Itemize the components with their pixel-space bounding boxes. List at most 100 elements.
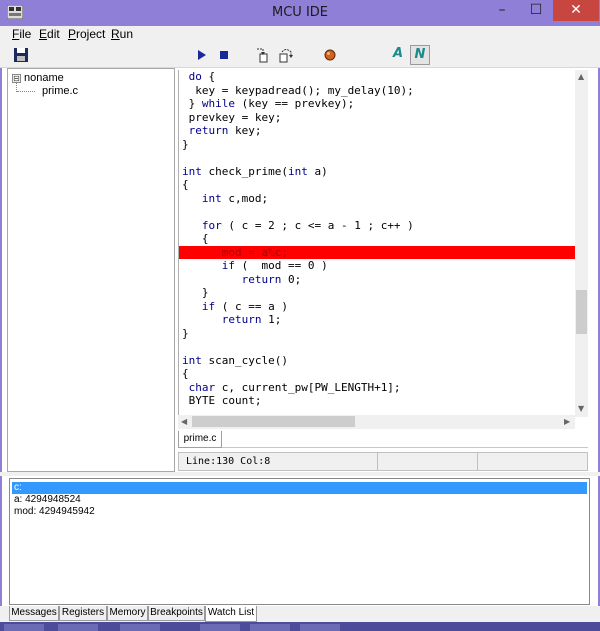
code-token: check_prime( (201, 164, 288, 178)
tree-root-label: noname (24, 72, 64, 84)
code-token: key; (228, 124, 262, 137)
breakpoint-button[interactable] (320, 45, 340, 65)
watch-row[interactable]: mod: 4294945942 (12, 506, 95, 518)
code-line[interactable]: return key; (179, 124, 575, 138)
tab-strip-border (222, 447, 588, 448)
watch-list-panel[interactable]: c: a: 4294948524 mod: 4294945942 (9, 478, 590, 605)
taskbar-item[interactable] (250, 624, 290, 631)
code-line[interactable]: if ( c == a ) (179, 300, 575, 314)
toolbar: A N (0, 43, 600, 68)
code-line[interactable] (179, 151, 575, 165)
tab-watch-list[interactable]: Watch List (205, 606, 257, 622)
code-line[interactable]: { (179, 232, 575, 246)
code-line[interactable]: key = keypadread(); my_delay(10); (179, 84, 575, 98)
code-editor[interactable]: do { key = keypadread(); my_delay(10); }… (178, 70, 589, 417)
code-token: ( c == a ) (215, 299, 288, 313)
code-line[interactable]: int check_prime(int a) (179, 165, 575, 179)
code-token: { (182, 232, 209, 245)
floppy-disk-icon (14, 48, 28, 62)
code-line[interactable]: } (179, 138, 575, 152)
code-line[interactable] (179, 340, 575, 354)
normal-toggle-button[interactable]: N (410, 45, 430, 65)
code-line[interactable]: { (179, 367, 575, 381)
taskbar-item[interactable] (58, 624, 98, 631)
code-line[interactable]: if ( mod == 0 ) (179, 259, 575, 273)
code-line-breakpoint[interactable]: mod = a%c; (179, 245, 575, 259)
ansi-toggle-button[interactable]: A (388, 45, 408, 65)
vertical-scrollbar[interactable] (575, 70, 588, 417)
code-line[interactable]: { (179, 178, 575, 192)
code-line[interactable]: for ( c = 2 ; c <= a - 1 ; c++ ) (179, 219, 575, 233)
step-into-button[interactable] (253, 45, 273, 65)
code-token: } (182, 137, 189, 151)
tab-messages[interactable]: Messages (9, 606, 59, 621)
taskbar-item[interactable] (200, 624, 240, 631)
code-token: c,mod; (221, 191, 269, 205)
tree-connector (17, 91, 35, 92)
editor-tab-prime-c[interactable]: prime.c (178, 431, 222, 448)
code-line[interactable]: char c, current_pw[PW_LENGTH+1]; (179, 381, 575, 395)
code-line[interactable]: return 1; (179, 313, 575, 327)
horizontal-scroll-thumb[interactable] (192, 416, 355, 427)
code-token: 1; (261, 313, 282, 326)
minimize-button[interactable]: – (485, 0, 519, 21)
code-keyword: for (201, 218, 222, 232)
tree-root-node[interactable]: ⊟ noname (12, 72, 64, 84)
scroll-up-icon[interactable]: ▲ (578, 72, 584, 81)
taskbar-item[interactable] (300, 624, 340, 631)
code-token: { (182, 178, 189, 191)
code-token: BYTE count; (182, 394, 262, 407)
stop-button[interactable] (214, 45, 234, 65)
tab-breakpoints[interactable]: Breakpoints (148, 606, 205, 621)
tab-memory[interactable]: Memory (107, 606, 148, 621)
normal-label: N (414, 47, 426, 62)
menu-bar: File Edit Project Run (0, 26, 600, 43)
code-keyword: if (201, 299, 216, 313)
title-bar: MCU IDE – ☐ ✕ (0, 0, 600, 26)
code-token: c, current_pw[PW_LENGTH+1]; (215, 380, 401, 394)
run-button[interactable] (191, 45, 211, 65)
panel-splitter[interactable] (0, 472, 600, 476)
code-line[interactable]: do { (179, 70, 575, 84)
menu-project[interactable]: Project (68, 27, 105, 41)
code-token: ( mod == 0 ) (235, 259, 328, 272)
code-token: scan_cycle() (201, 353, 288, 367)
code-line[interactable]: return 0; (179, 273, 575, 287)
watch-row[interactable]: a: 4294948524 (12, 494, 81, 506)
code-keyword: char (188, 380, 216, 394)
code-line[interactable]: int c,mod; (179, 192, 575, 206)
code-token: key = keypadread(); my_delay(10); (182, 83, 414, 97)
scroll-left-icon[interactable]: ◀ (181, 417, 187, 426)
code-line[interactable]: int scan_cycle() (179, 354, 575, 368)
step-over-button[interactable] (276, 45, 296, 65)
code-line[interactable]: } while (key == prevkey); (179, 97, 575, 111)
code-keyword: int (182, 164, 202, 178)
code-token: 0; (281, 272, 302, 286)
code-keyword: int (287, 164, 308, 178)
close-button[interactable]: ✕ (553, 0, 599, 21)
tab-registers[interactable]: Registers (59, 606, 107, 621)
code-line[interactable]: BYTE count; (179, 394, 575, 408)
step-into-icon (257, 48, 268, 63)
scroll-down-icon[interactable]: ▼ (578, 404, 584, 413)
menu-edit[interactable]: Edit (39, 27, 60, 41)
code-line[interactable]: } (179, 286, 575, 300)
code-line[interactable]: prevkey = key; (179, 111, 575, 125)
taskbar-item[interactable] (120, 624, 160, 631)
cursor-position: Line:130 Col:8 (186, 456, 271, 467)
taskbar-item[interactable] (4, 624, 44, 631)
maximize-button[interactable]: ☐ (519, 0, 553, 21)
project-tree[interactable]: ⊟ noname prime.c (7, 68, 175, 472)
code-token: } (182, 326, 189, 340)
code-text[interactable]: do { key = keypadread(); my_delay(10); }… (179, 70, 575, 408)
save-button[interactable] (11, 45, 31, 65)
code-line[interactable] (179, 205, 575, 219)
vertical-scroll-thumb[interactable] (576, 290, 587, 334)
code-line[interactable]: } (179, 327, 575, 341)
code-token: (key == prevkey); (235, 97, 355, 110)
watch-row[interactable]: c: (12, 482, 587, 494)
menu-file[interactable]: File (12, 27, 31, 41)
menu-run[interactable]: Run (111, 27, 133, 41)
tree-file-prime-c[interactable]: prime.c (42, 85, 78, 97)
scroll-right-icon[interactable]: ▶ (564, 417, 570, 426)
